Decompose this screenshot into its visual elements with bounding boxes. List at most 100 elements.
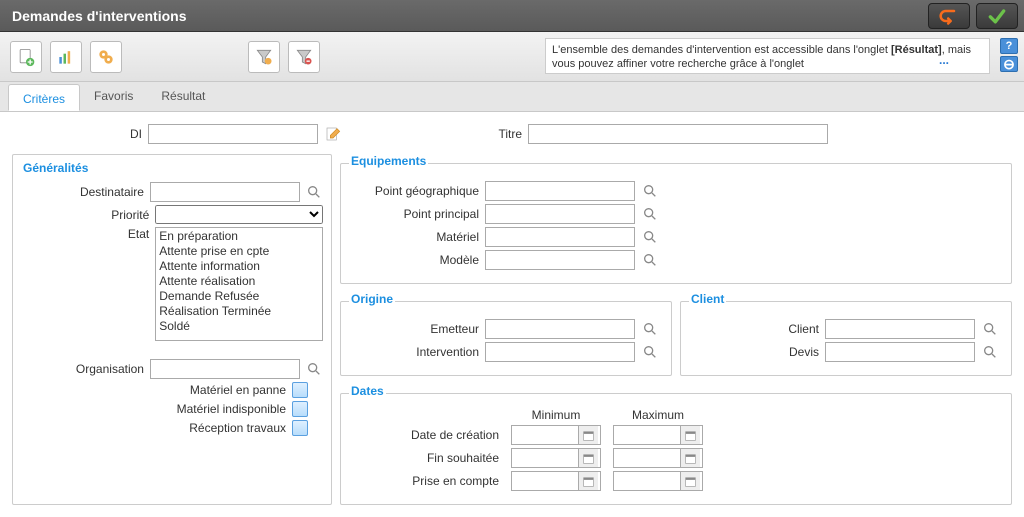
confirm-button[interactable] — [976, 3, 1018, 29]
panel-equipements: Equipements Point géographique Point pri… — [340, 154, 1012, 284]
search-icon[interactable] — [641, 182, 659, 200]
etat-listbox[interactable]: En préparation Attente prise en cpte Att… — [155, 227, 323, 341]
creation-label: Date de création — [349, 428, 499, 442]
list-item[interactable]: Attente prise en cpte — [157, 244, 321, 259]
dates-header: Minimum Maximum — [511, 408, 1003, 422]
new-document-button[interactable] — [10, 41, 42, 73]
titre-label: Titre — [462, 127, 522, 141]
search-icon[interactable] — [641, 205, 659, 223]
tab-criteres[interactable]: Critères — [8, 84, 80, 111]
search-icon[interactable] — [306, 183, 323, 201]
modele-input[interactable] — [485, 250, 635, 270]
calendar-icon[interactable] — [578, 472, 598, 490]
search-icon[interactable] — [306, 360, 323, 378]
prise-min-input[interactable] — [512, 472, 578, 490]
materiel-input[interactable] — [485, 227, 635, 247]
origine-client-row: Origine Emetteur Intervention Client — [340, 292, 1012, 376]
list-item[interactable]: Réalisation Terminée — [157, 304, 321, 319]
field-pp: Point principal — [349, 204, 1003, 224]
search-icon[interactable] — [641, 251, 659, 269]
content-area: DI Titre Généralités Destinataire Priori… — [0, 112, 1024, 517]
search-icon[interactable] — [641, 228, 659, 246]
list-item[interactable]: En préparation — [157, 229, 321, 244]
row-date-creation: Date de création — [349, 425, 1003, 445]
edit-icon[interactable] — [324, 125, 342, 143]
field-chk-reception: Réception travaux — [21, 420, 323, 436]
hint-text-1: L'ensemble des demandes d'intervention e… — [552, 44, 891, 56]
calendar-icon[interactable] — [680, 449, 700, 467]
help-button[interactable]: ? — [1000, 38, 1018, 54]
row-fin-souhaitee: Fin souhaitée — [349, 448, 1003, 468]
collapse-help-button[interactable]: ⊖ — [1000, 56, 1018, 72]
modele-label: Modèle — [349, 253, 479, 267]
settings-button[interactable] — [90, 41, 122, 73]
field-emetteur: Emetteur — [349, 319, 663, 339]
materiel-label: Matériel — [349, 230, 479, 244]
titre-input[interactable] — [528, 124, 828, 144]
field-destinataire: Destinataire — [21, 182, 323, 202]
window-title: Demandes d'interventions — [6, 8, 186, 24]
chart-button[interactable] — [50, 41, 82, 73]
organisation-label: Organisation — [21, 362, 144, 376]
field-di: DI — [12, 124, 342, 144]
field-modele: Modèle — [349, 250, 1003, 270]
fin-label: Fin souhaitée — [349, 451, 499, 465]
destinataire-input[interactable] — [150, 182, 300, 202]
list-item[interactable]: Soldé — [157, 319, 321, 334]
chk-panne-label: Matériel en panne — [21, 383, 286, 397]
calendar-icon[interactable] — [578, 426, 598, 444]
pg-input[interactable] — [485, 181, 635, 201]
destinataire-label: Destinataire — [21, 185, 144, 199]
filter-clear-button[interactable] — [288, 41, 320, 73]
hint-more[interactable]: ... — [939, 53, 949, 69]
list-item[interactable]: Attente réalisation — [157, 274, 321, 289]
list-item[interactable]: Attente information — [157, 259, 321, 274]
creation-min — [511, 425, 601, 445]
prise-label: Prise en compte — [349, 474, 499, 488]
right-column: Equipements Point géographique Point pri… — [340, 154, 1012, 505]
client-input[interactable] — [825, 319, 975, 339]
search-icon[interactable] — [641, 343, 659, 361]
search-icon[interactable] — [641, 320, 659, 338]
di-label: DI — [12, 127, 142, 141]
back-button[interactable] — [928, 3, 970, 29]
intervention-input[interactable] — [485, 342, 635, 362]
field-client: Client — [689, 319, 1003, 339]
field-priorite: Priorité — [21, 205, 323, 224]
priorite-select[interactable] — [155, 205, 323, 224]
field-titre: Titre — [462, 124, 828, 144]
creation-min-input[interactable] — [512, 426, 578, 444]
filter-settings-button[interactable] — [248, 41, 280, 73]
tab-favoris[interactable]: Favoris — [80, 82, 147, 111]
calendar-icon[interactable] — [680, 426, 700, 444]
help-hint: L'ensemble des demandes d'intervention e… — [545, 38, 990, 74]
field-etat: Etat En préparation Attente prise en cpt… — [21, 227, 323, 341]
pg-label: Point géographique — [349, 184, 479, 198]
emetteur-label: Emetteur — [349, 322, 479, 336]
devis-input[interactable] — [825, 342, 975, 362]
search-icon[interactable] — [981, 320, 999, 338]
fin-max-input[interactable] — [614, 449, 680, 467]
calendar-icon[interactable] — [578, 449, 598, 467]
chk-panne[interactable] — [292, 382, 308, 398]
field-chk-panne: Matériel en panne — [21, 382, 323, 398]
origine-title: Origine — [349, 292, 395, 310]
pp-label: Point principal — [349, 207, 479, 221]
di-input[interactable] — [148, 124, 318, 144]
organisation-input[interactable] — [150, 359, 300, 379]
list-item[interactable]: Demande Refusée — [157, 289, 321, 304]
chk-reception[interactable] — [292, 420, 308, 436]
emetteur-input[interactable] — [485, 319, 635, 339]
tab-resultat[interactable]: Résultat — [147, 82, 219, 111]
prise-max-input[interactable] — [614, 472, 680, 490]
pp-input[interactable] — [485, 204, 635, 224]
creation-max-input[interactable] — [614, 426, 680, 444]
prise-min — [511, 471, 601, 491]
calendar-icon[interactable] — [680, 472, 700, 490]
fin-min — [511, 448, 601, 468]
panel-client: Client Client Devis — [680, 292, 1012, 376]
client-title: Client — [689, 292, 726, 310]
chk-indispo[interactable] — [292, 401, 308, 417]
fin-min-input[interactable] — [512, 449, 578, 467]
search-icon[interactable] — [981, 343, 999, 361]
